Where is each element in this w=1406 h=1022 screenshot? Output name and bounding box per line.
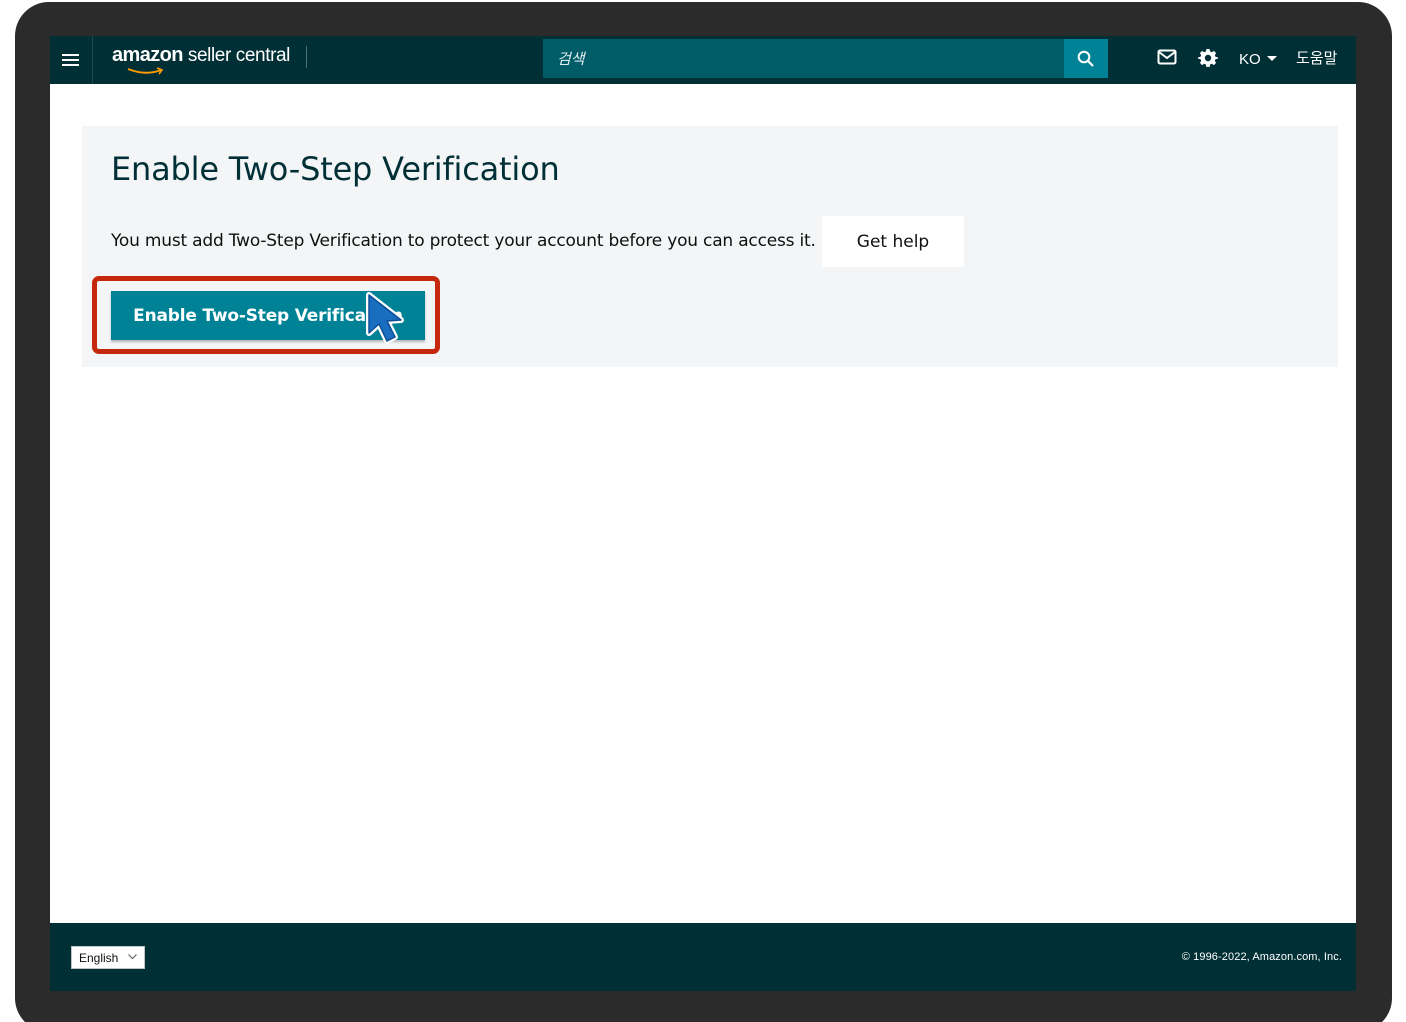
search-input[interactable] bbox=[543, 39, 1064, 78]
language-code: KO bbox=[1239, 50, 1261, 68]
language-selector[interactable]: KO bbox=[1239, 48, 1277, 70]
copyright-text: © 1996-2022, Amazon.com, Inc. bbox=[1181, 951, 1342, 963]
brand-amazon-text: amazon bbox=[112, 44, 183, 66]
gear-icon[interactable] bbox=[1198, 48, 1218, 68]
search-button[interactable] bbox=[1064, 39, 1108, 78]
screen: amazon seller central 검색 KO 도움말 Enable T… bbox=[50, 36, 1356, 991]
hamburger-icon[interactable] bbox=[50, 36, 93, 84]
search-icon bbox=[1077, 50, 1094, 67]
verification-panel: Enable Two-Step Verification You must ad… bbox=[82, 126, 1338, 367]
footer-language-value: English bbox=[79, 950, 119, 965]
search-bar bbox=[543, 39, 1108, 78]
help-link[interactable]: 도움말 bbox=[1296, 47, 1337, 68]
brand-seller-central-text: seller central bbox=[187, 45, 291, 66]
mouse-pointer-icon bbox=[366, 292, 404, 344]
footer: English © 1996-2022, Amazon.com, Inc. bbox=[50, 923, 1356, 991]
page-title: Enable Two-Step Verification bbox=[111, 150, 560, 188]
caret-down-icon bbox=[1266, 56, 1277, 61]
brand-divider bbox=[306, 46, 307, 68]
get-help-button[interactable]: Get help bbox=[822, 216, 964, 267]
chevron-down-icon bbox=[128, 954, 137, 960]
seller-central-logo[interactable]: amazon seller central bbox=[112, 44, 291, 75]
top-navigation-bar: amazon seller central 검색 KO 도움말 bbox=[50, 36, 1356, 84]
footer-language-select[interactable]: English bbox=[71, 946, 145, 969]
amazon-smile-icon bbox=[127, 67, 164, 75]
verification-message: You must add Two-Step Verification to pr… bbox=[111, 231, 816, 251]
mail-icon[interactable] bbox=[1157, 48, 1177, 66]
